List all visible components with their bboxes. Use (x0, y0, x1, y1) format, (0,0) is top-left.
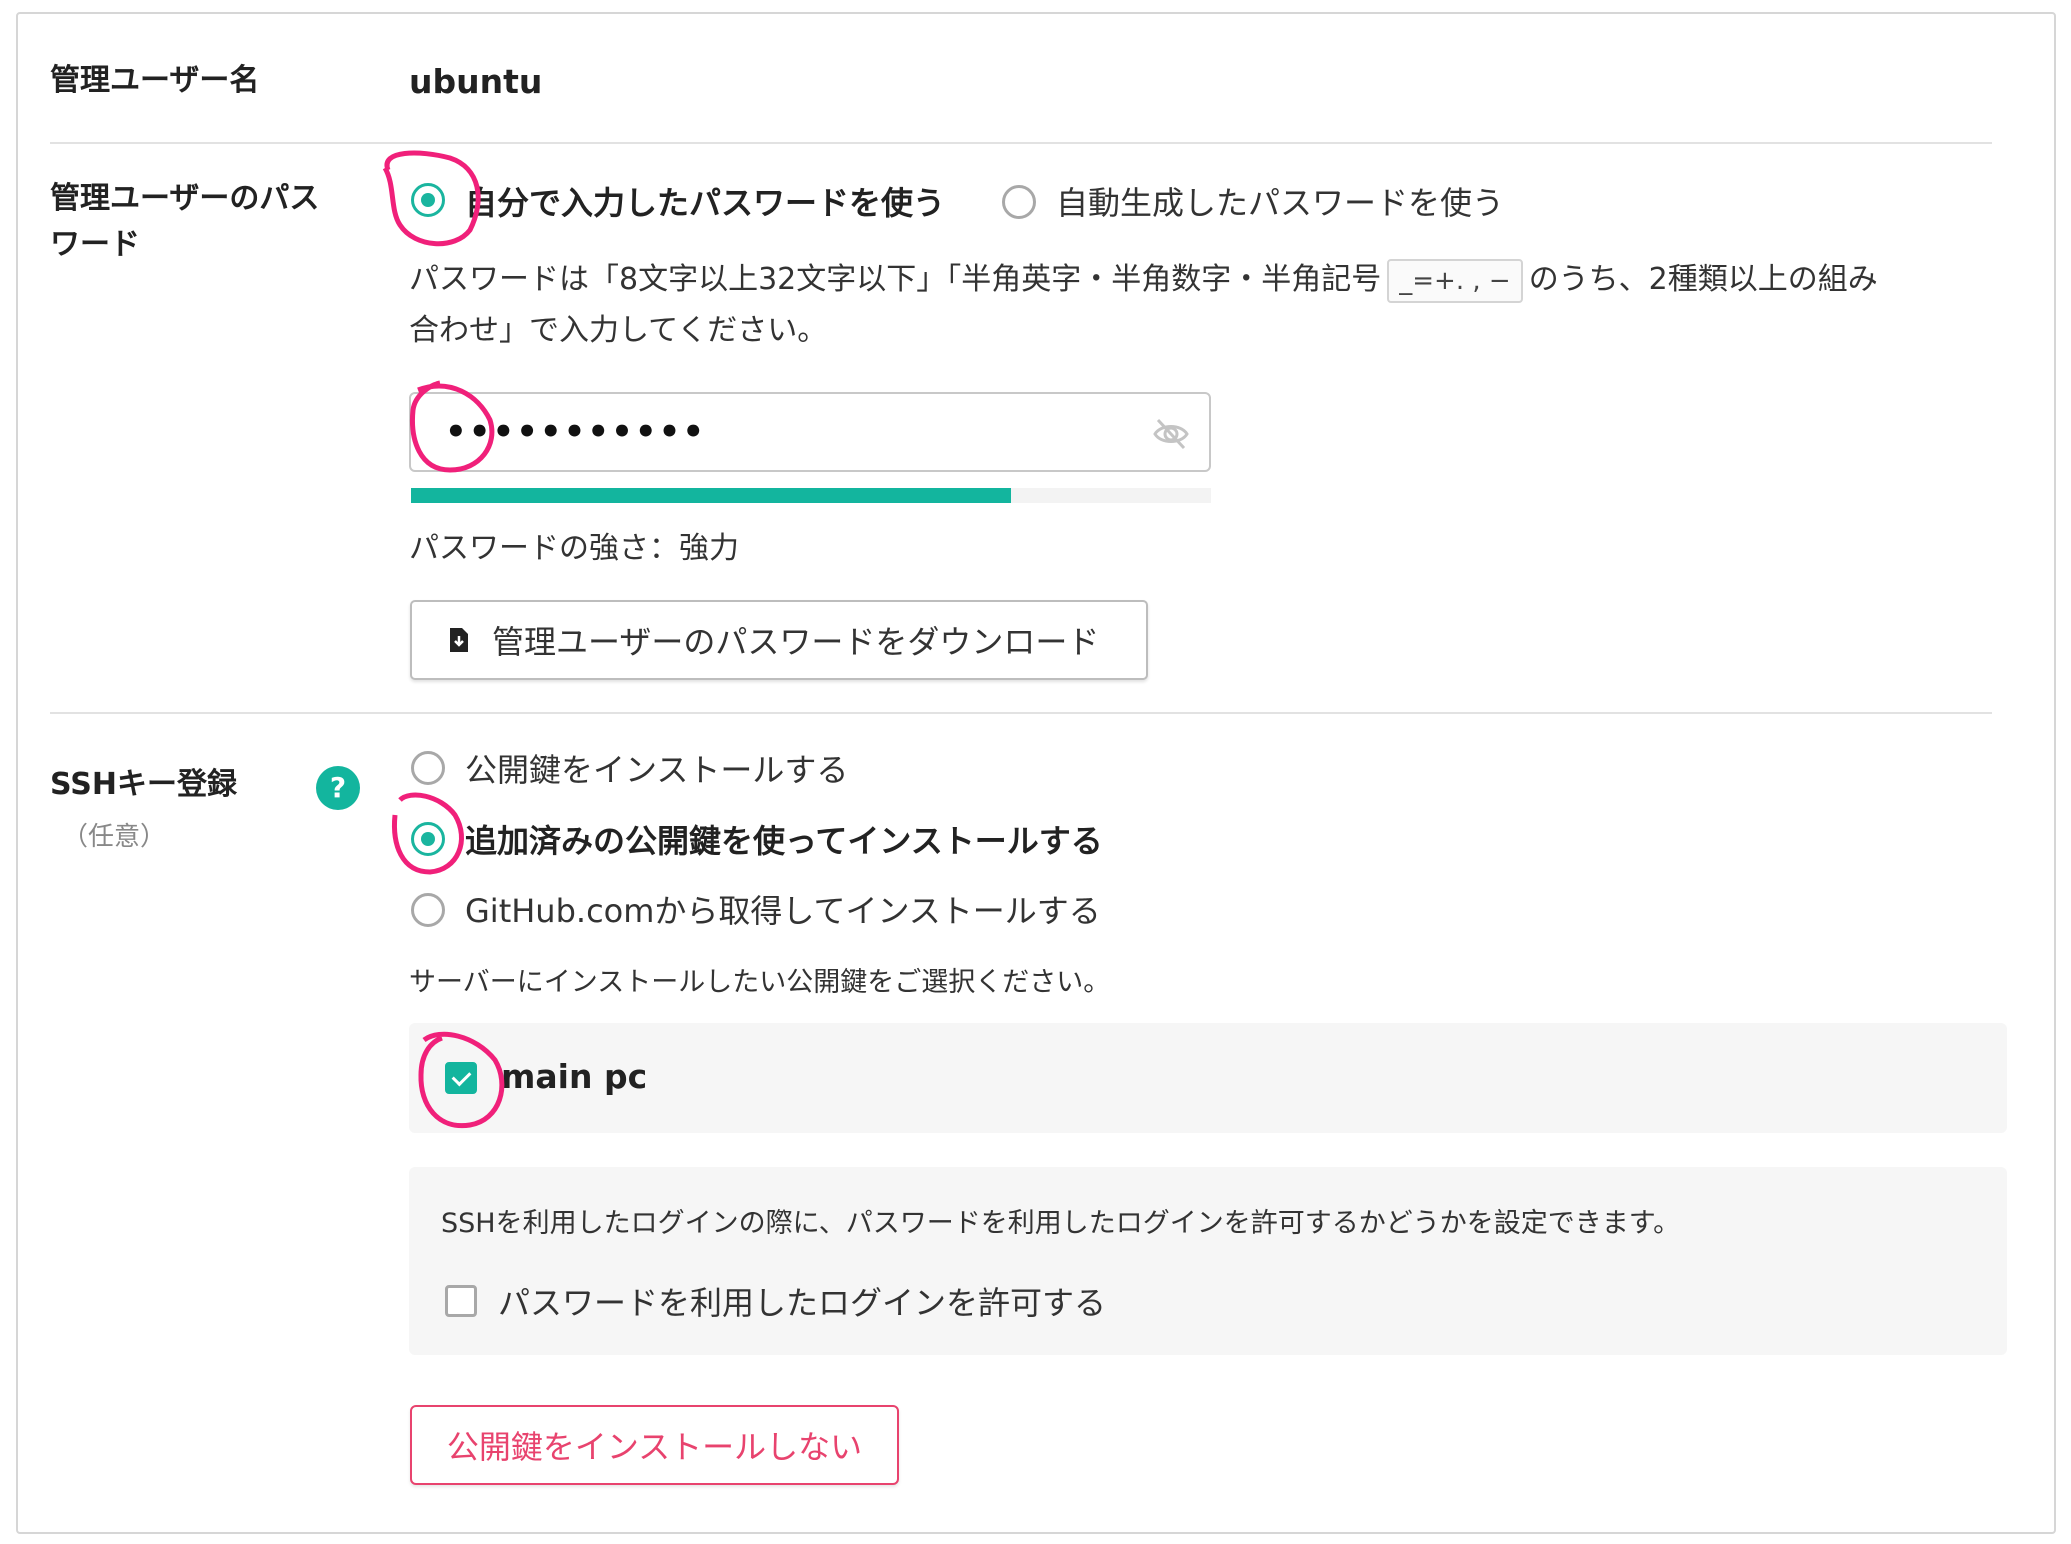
radio-auto-password-label[interactable]: 自動生成したパスワードを使う (1056, 178, 1504, 224)
radio-github-key[interactable] (411, 893, 445, 927)
download-password-button-label: 管理ユーザーのパスワードをダウンロード (492, 623, 1100, 661)
password-strength-fill (411, 488, 1011, 503)
skip-public-key-button[interactable]: 公開鍵をインストールしない (410, 1405, 899, 1485)
file-download-icon (448, 626, 470, 654)
password-login-settings: SSHを利用したログインの際に、パスワードを利用したログインを許可するかどうかを… (409, 1167, 2007, 1355)
password-strength-text: パスワードの強さ：強力 (409, 531, 739, 566)
key-checkbox-main-pc[interactable] (445, 1062, 477, 1094)
download-password-button[interactable]: 管理ユーザーのパスワードをダウンロード (410, 600, 1148, 680)
radio-manual-password[interactable] (411, 183, 445, 217)
divider (50, 712, 1992, 714)
divider (50, 142, 1992, 144)
select-key-prompt: サーバーにインストールしたい公開鍵をご選択ください。 (409, 967, 1111, 998)
allow-password-login-label[interactable]: パスワードを利用したログインを許可する (498, 1278, 1106, 1324)
admin-password-label: 管理ユーザーのパス ワード (50, 176, 319, 268)
question-circle-icon[interactable]: ? (316, 766, 360, 810)
password-strength-bar (411, 488, 1211, 503)
eye-slash-icon[interactable] (1151, 414, 1191, 458)
admin-password-label-line1: 管理ユーザーのパス (50, 181, 320, 216)
password-login-info: SSHを利用したログインの際に、パスワードを利用したログインを許可するかどうかを… (441, 1208, 1681, 1239)
key-name[interactable]: main pc (501, 1057, 647, 1096)
password-input[interactable]: ••••••••••• (409, 392, 1211, 472)
admin-user-value: ubuntu (409, 62, 543, 101)
symbols-chip: _=+. , − (1387, 258, 1523, 303)
radio-use-added-key-label[interactable]: 追加済みの公開鍵を使ってインストールする (465, 816, 1103, 862)
password-masked-value: ••••••••••• (445, 412, 707, 452)
allow-password-login-checkbox[interactable] (445, 1285, 477, 1317)
ssh-key-label: SSHキー登録 (50, 767, 237, 802)
key-list: main pc (409, 1023, 2007, 1133)
radio-manual-password-label[interactable]: 自分で入力したパスワードを使う (465, 178, 945, 224)
password-rules-text: パスワードは「8文字以上32文字以下」「半角英字・半角数字・半角記号 (409, 262, 1382, 297)
radio-use-added-key[interactable] (411, 822, 445, 856)
ssh-key-optional-label: （任意） (62, 822, 167, 852)
password-rules: パスワードは「8文字以上32文字以下」「半角英字・半角数字・半角記号 _=+. ,… (409, 254, 1878, 306)
radio-install-public-key-label[interactable]: 公開鍵をインストールする (465, 745, 848, 791)
radio-github-key-label[interactable]: GitHub.comから取得してインストールする (465, 886, 1101, 932)
admin-user-label: 管理ユーザー名 (50, 63, 260, 98)
radio-install-public-key[interactable] (411, 751, 445, 785)
admin-password-label-line2: ワード (50, 227, 140, 262)
radio-auto-password[interactable] (1002, 185, 1036, 219)
password-rules-text-2: のうち、2種類以上の組み (1528, 262, 1878, 297)
password-rules-line2: 合わせ」で入力してください。 (409, 313, 828, 348)
